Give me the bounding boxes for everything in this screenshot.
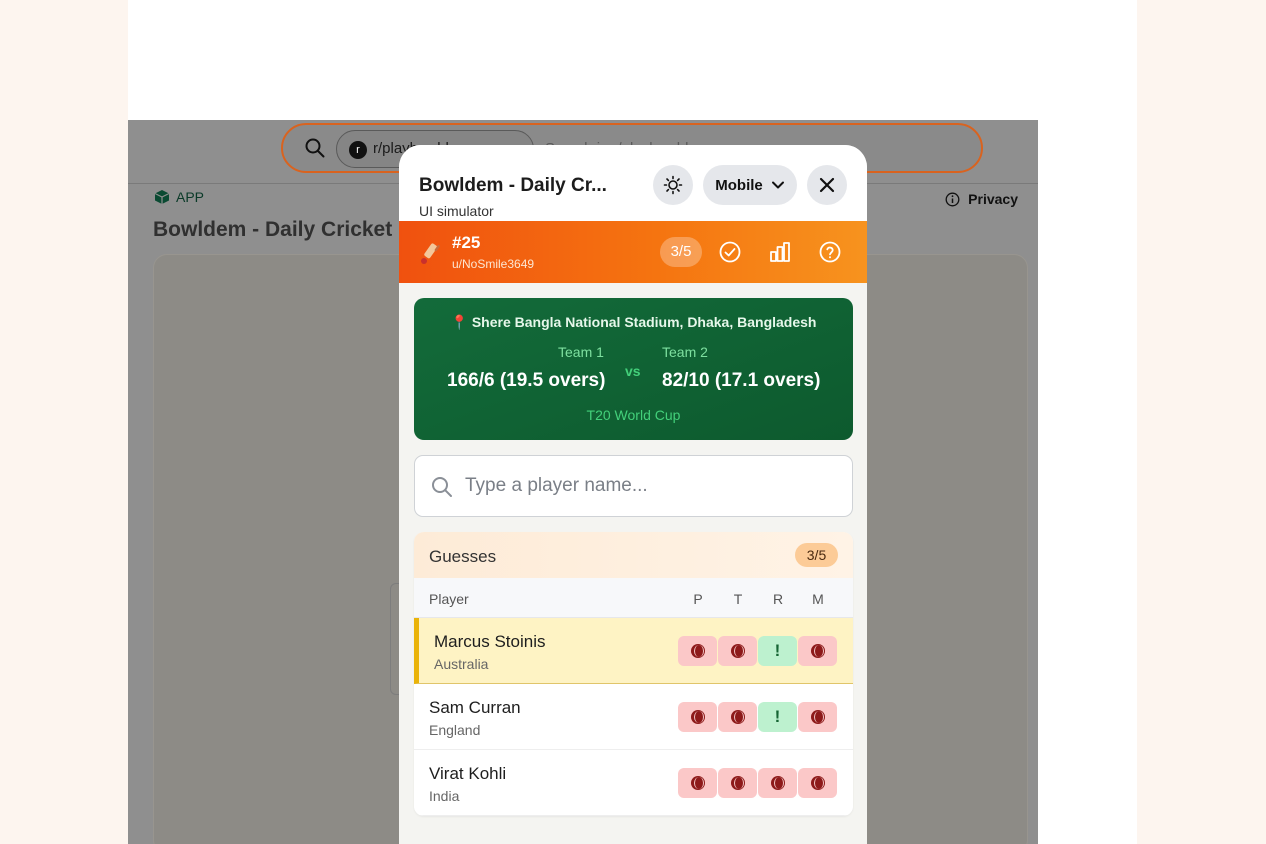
column-p: P (693, 591, 703, 607)
guess-player-name: Virat Kohli (429, 764, 507, 783)
cricket-ball-icon (730, 776, 745, 790)
cricket-ball-icon (770, 776, 785, 790)
device-mode-dropdown[interactable]: Mobile (703, 165, 797, 205)
guess-player-name: Sam Curran (429, 698, 521, 717)
hint-wrong-cell (798, 636, 837, 666)
simulator-modal: Bowldem - Daily Cr... UI simulator Mobil… (399, 145, 867, 844)
privacy-link[interactable]: Privacy (945, 191, 1018, 207)
guess-row: Virat Kohli India (414, 750, 853, 816)
tournament-label: T20 World Cup (586, 407, 681, 423)
guess-player-country: India (429, 788, 460, 804)
chevron-down-icon (771, 181, 784, 189)
team1-label: Team 1 (558, 344, 604, 360)
team2-label: Team 2 (662, 344, 708, 360)
check-circle-icon[interactable] (718, 240, 742, 264)
player-search-box[interactable] (414, 455, 853, 517)
vs-label: vs (625, 363, 641, 379)
exclamation-icon: ! (774, 641, 781, 660)
theme-toggle-button[interactable] (653, 165, 693, 205)
search-icon (432, 477, 452, 497)
match-info-card: 📍 Shere Bangla National Stadium, Dhaka, … (414, 298, 853, 440)
guess-player-country: Australia (434, 656, 489, 672)
guess-row: Sam Curran England! (414, 684, 853, 750)
device-mode-label: Mobile (715, 176, 763, 194)
cricket-ball-icon (810, 644, 825, 658)
hint-wrong-cell (678, 768, 717, 798)
hint-close-cell: ! (758, 702, 797, 732)
cricket-bat-icon (421, 243, 440, 264)
puzzle-number: #25 (452, 233, 481, 252)
app-label: APP (176, 189, 205, 205)
guess-player-name: Marcus Stoinis (434, 632, 546, 651)
guesses-column-header: Player P T R M (414, 578, 853, 618)
venue-label: 📍 Shere Bangla National Stadium, Dhaka, … (450, 314, 817, 330)
hint-wrong-cell (798, 702, 837, 732)
modal-subtitle: UI simulator (419, 203, 494, 219)
column-m: M (812, 591, 824, 607)
hint-wrong-cell (678, 636, 717, 666)
cricket-ball-icon (690, 644, 705, 658)
hint-wrong-cell (718, 768, 757, 798)
game-header-bar: #25 u/NoSmile3649 3/5 (399, 221, 867, 283)
guesses-panel: Guesses 3/5 Player P T R M Marcus Stoini… (414, 532, 853, 816)
guesses-count-badge: 3/5 (795, 543, 838, 567)
app-badge: APP (154, 189, 204, 205)
puzzle-author: u/NoSmile3649 (452, 257, 535, 271)
help-icon[interactable] (818, 240, 842, 264)
score-pill: 3/5 (660, 237, 702, 267)
team1-score: 166/6 (19.5 overs) (447, 370, 606, 391)
search-icon (305, 138, 325, 158)
cricket-ball-icon (690, 776, 705, 790)
sun-icon (663, 175, 683, 195)
cricket-ball-icon (730, 710, 745, 724)
team2-score: 82/10 (17.1 overs) (662, 370, 821, 391)
modal-header: Bowldem - Daily Cr... UI simulator Mobil… (399, 145, 867, 221)
exclamation-icon: ! (774, 707, 781, 726)
close-icon (819, 177, 835, 193)
cricket-ball-icon (690, 710, 705, 724)
cricket-ball-icon (810, 776, 825, 790)
guess-row: Marcus Stoinis Australia! (414, 618, 853, 684)
hint-wrong-cell (758, 768, 797, 798)
hint-close-cell: ! (758, 636, 797, 666)
guess-player-country: England (429, 722, 481, 738)
stats-icon[interactable] (768, 240, 792, 264)
hint-wrong-cell (798, 768, 837, 798)
modal-title: Bowldem - Daily Cr... (419, 175, 607, 196)
privacy-label: Privacy (968, 191, 1018, 207)
player-search-input[interactable] (465, 468, 835, 504)
column-player: Player (429, 591, 469, 607)
column-t: T (733, 591, 743, 607)
hint-wrong-cell (718, 636, 757, 666)
column-r: R (772, 591, 784, 607)
background-post-title: Bowldem - Daily Cricket (153, 218, 393, 241)
reddit-logo-icon: r (349, 141, 367, 159)
cricket-ball-icon (810, 710, 825, 724)
hint-wrong-cell (678, 702, 717, 732)
guesses-header: Guesses 3/5 (414, 532, 853, 578)
hint-wrong-cell (718, 702, 757, 732)
guesses-title: Guesses (429, 547, 497, 566)
close-button[interactable] (807, 165, 847, 205)
app-cube-icon (154, 190, 170, 204)
cricket-ball-icon (730, 644, 745, 658)
info-icon (945, 192, 960, 206)
